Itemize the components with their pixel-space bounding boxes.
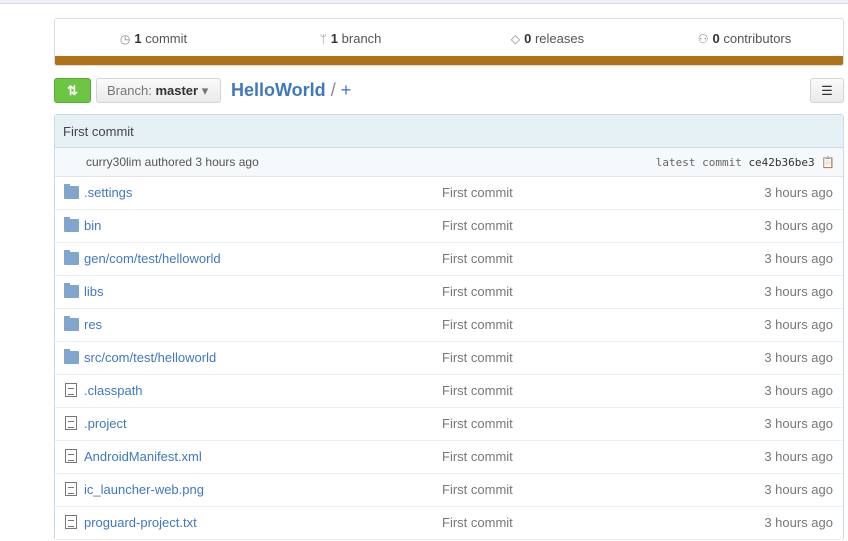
folder-icon bbox=[64, 316, 79, 331]
folder-icon bbox=[64, 217, 79, 232]
commit-message-link[interactable]: First commit bbox=[442, 408, 513, 440]
file-row: .project First commit 3 hours ago bbox=[55, 408, 843, 441]
repo-summary: ◷ 1 commit ᛘ1 branch ◇ 0 releases ⚇ 0 contr… bbox=[54, 18, 844, 66]
file-row: proguard-project.txt First commit 3 hour… bbox=[55, 507, 843, 540]
file-icon bbox=[65, 449, 77, 463]
file-icon bbox=[65, 416, 77, 430]
file-name-link[interactable]: proguard-project.txt bbox=[84, 507, 197, 539]
folder-icon bbox=[64, 283, 79, 298]
caret-down-icon: ▾ bbox=[201, 83, 209, 98]
file-row: src/com/test/helloworld First commit 3 h… bbox=[55, 342, 843, 375]
file-name-link[interactable]: ic_launcher-web.png bbox=[84, 474, 204, 506]
file-age: 3 hours ago bbox=[764, 383, 833, 398]
tag-icon: ◇ bbox=[510, 32, 521, 46]
file-name-link[interactable]: libs bbox=[84, 276, 104, 308]
commit-message-link[interactable]: First commit bbox=[442, 342, 513, 374]
contributors-icon: ⚇ bbox=[697, 32, 709, 46]
file-row: AndroidManifest.xml First commit 3 hours… bbox=[55, 441, 843, 474]
commit-message-link[interactable]: First commit bbox=[442, 177, 513, 209]
commit-message-link[interactable]: First commit bbox=[442, 474, 513, 506]
file-age: 3 hours ago bbox=[764, 416, 833, 431]
file-age: 3 hours ago bbox=[764, 449, 833, 464]
language-bar[interactable] bbox=[55, 56, 843, 65]
breadcrumb: HelloWorld / + bbox=[231, 80, 352, 100]
folder-icon bbox=[64, 250, 79, 265]
branches-link[interactable]: ᛘ1 branch bbox=[252, 31, 449, 46]
commit-author: curry30lim authored 3 hours ago bbox=[86, 155, 259, 169]
file-icon bbox=[65, 515, 77, 529]
file-age: 3 hours ago bbox=[764, 317, 833, 332]
file-name-link[interactable]: bin bbox=[84, 210, 101, 242]
file-name-link[interactable]: src/com/test/helloworld bbox=[84, 342, 216, 374]
file-row: gen/com/test/helloworld First commit 3 h… bbox=[55, 243, 843, 276]
repo-link[interactable]: HelloWorld bbox=[231, 80, 326, 100]
branch-select[interactable]: Branch: master ▾ bbox=[96, 78, 221, 103]
file-name-link[interactable]: AndroidManifest.xml bbox=[84, 441, 202, 473]
folder-icon bbox=[64, 349, 79, 364]
file-icon bbox=[65, 383, 77, 397]
file-row: ic_launcher-web.png First commit 3 hours… bbox=[55, 474, 843, 507]
file-age: 3 hours ago bbox=[764, 284, 833, 299]
file-icon bbox=[65, 482, 77, 496]
file-row: .settings First commit 3 hours ago bbox=[55, 177, 843, 210]
top-border bbox=[0, 0, 848, 4]
commits-link[interactable]: ◷ 1 commit bbox=[55, 31, 252, 46]
file-age: 3 hours ago bbox=[764, 515, 833, 530]
commit-message-link[interactable]: First commit bbox=[442, 507, 513, 539]
commit-message-link[interactable]: First commit bbox=[442, 243, 513, 275]
file-row: libs First commit 3 hours ago bbox=[55, 276, 843, 309]
file-age: 3 hours ago bbox=[764, 350, 833, 365]
contributors-link[interactable]: ⚇ 0 contributors bbox=[646, 31, 843, 46]
commit-message-link[interactable]: First commit bbox=[442, 375, 513, 407]
compare-button[interactable]: ⇅ bbox=[54, 78, 91, 103]
history-icon: ◷ bbox=[119, 32, 131, 46]
branch-icon: ᛘ bbox=[319, 32, 327, 46]
commit-meta: curry30lim authored 3 hours ago latest c… bbox=[55, 148, 843, 177]
list-view-button[interactable]: ☰ bbox=[810, 78, 844, 103]
commit-sha[interactable]: ce42b36be3 bbox=[748, 156, 814, 169]
commit-message-link[interactable]: First commit bbox=[442, 441, 513, 473]
releases-link[interactable]: ◇ 0 releases bbox=[449, 31, 646, 46]
file-name-link[interactable]: .classpath bbox=[84, 375, 143, 407]
file-age: 3 hours ago bbox=[764, 218, 833, 233]
file-name-link[interactable]: res bbox=[84, 309, 102, 341]
commit-message-link[interactable]: First commit bbox=[442, 309, 513, 341]
file-row: bin First commit 3 hours ago bbox=[55, 210, 843, 243]
file-name-link[interactable]: .project bbox=[84, 408, 127, 440]
file-age: 3 hours ago bbox=[764, 185, 833, 200]
clipboard-icon[interactable]: 📋 bbox=[821, 156, 835, 169]
new-file-button[interactable]: + bbox=[341, 80, 352, 100]
file-age: 3 hours ago bbox=[764, 482, 833, 497]
file-row: .classpath First commit 3 hours ago bbox=[55, 375, 843, 408]
file-row: res First commit 3 hours ago bbox=[55, 309, 843, 342]
commit-message-link[interactable]: First commit bbox=[442, 210, 513, 242]
file-name-link[interactable]: .settings bbox=[84, 177, 132, 209]
file-table: First commit curry30lim authored 3 hours… bbox=[54, 114, 844, 540]
compare-icon: ⇅ bbox=[67, 83, 78, 98]
file-name-link[interactable]: gen/com/test/helloworld bbox=[84, 243, 221, 275]
folder-icon bbox=[64, 184, 79, 199]
commit-message-link[interactable]: First commit bbox=[442, 276, 513, 308]
file-navigation: ⇅ Branch: master ▾ HelloWorld / + ☰ bbox=[54, 77, 844, 104]
commit-title[interactable]: First commit bbox=[55, 115, 843, 148]
file-age: 3 hours ago bbox=[764, 251, 833, 266]
list-icon: ☰ bbox=[821, 83, 833, 98]
